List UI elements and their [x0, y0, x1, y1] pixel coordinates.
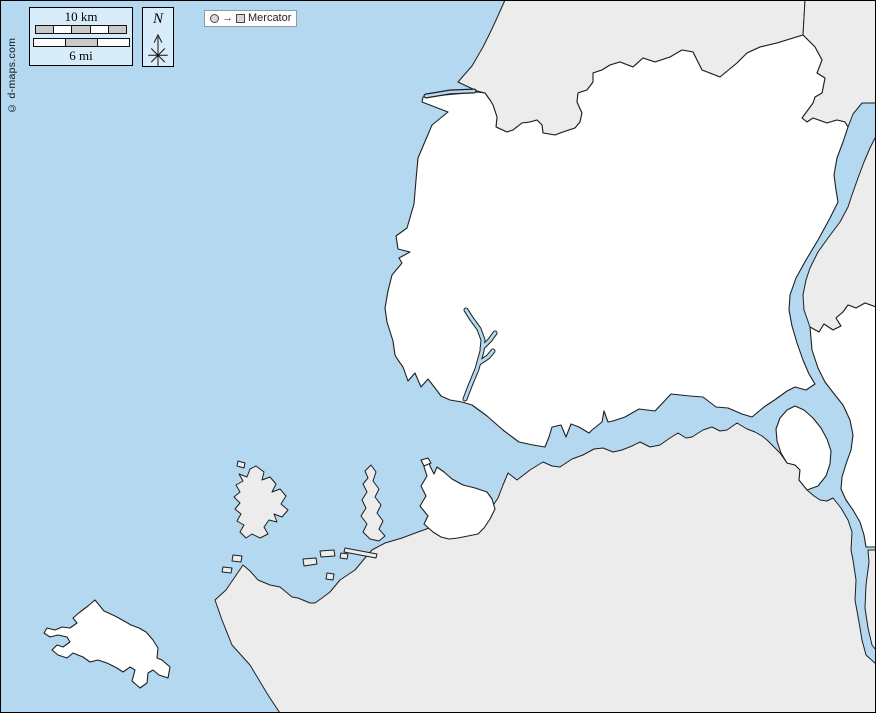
- scale-segment: [65, 39, 97, 46]
- scale-segment: [97, 39, 129, 46]
- scale-segment: [71, 26, 89, 33]
- scale-bar-km: [35, 25, 127, 34]
- arrow-right-icon: →: [222, 11, 233, 26]
- square-icon: [236, 14, 245, 23]
- scale-segment: [108, 26, 126, 33]
- projection-legend: → Mercator: [204, 10, 297, 27]
- main-region: [385, 35, 848, 447]
- scale-km-label: 10 km: [30, 9, 132, 24]
- scale-segment: [36, 26, 53, 33]
- base-map: [0, 0, 876, 713]
- compass-box: N: [142, 7, 174, 67]
- circle-icon: [210, 14, 219, 23]
- attribution-text: © d-maps.com: [4, 6, 20, 114]
- projection-label: Mercator: [248, 11, 291, 26]
- scale-segment: [34, 39, 65, 46]
- scale-segment: [90, 26, 108, 33]
- scale-segment: [53, 26, 71, 33]
- compass-rose-icon: [145, 29, 171, 66]
- scale-bar-mi: [33, 38, 130, 47]
- scale-box: 10 km 6 mi: [29, 7, 133, 66]
- map-canvas: © d-maps.com 10 km 6 mi N: [0, 0, 876, 713]
- scale-mi-label: 6 mi: [30, 48, 132, 63]
- north-label: N: [153, 9, 163, 29]
